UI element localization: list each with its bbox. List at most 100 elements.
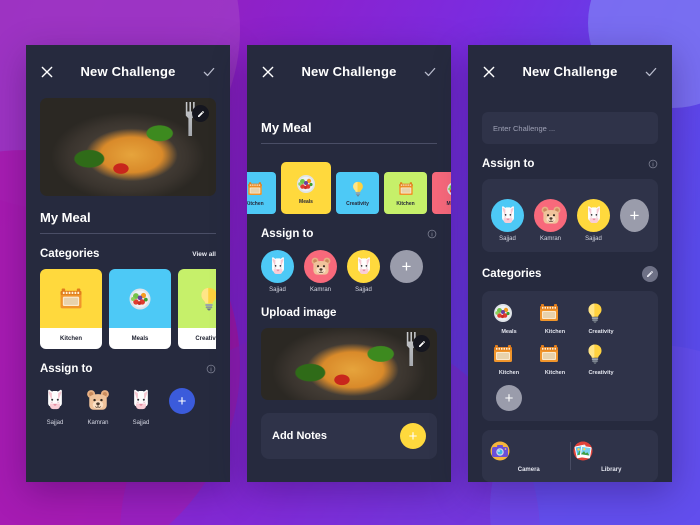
category-chip-label: Meals [299, 198, 313, 205]
category-grid-item[interactable]: Creativity [583, 301, 619, 335]
category-chip-label: Kitchen [396, 200, 415, 207]
category-grid-item[interactable]: Kitchen [491, 342, 527, 376]
add-notes-label: Add Notes [272, 430, 327, 442]
page-title: New Challenge [80, 64, 176, 79]
add-assignee-button[interactable]: + [620, 199, 649, 232]
check-icon[interactable] [423, 65, 437, 79]
category-grid-label: Creativity [588, 370, 614, 376]
category-chip-label: Creativity [346, 200, 369, 207]
check-icon[interactable] [644, 65, 658, 79]
category-grid-label: Meals [501, 329, 517, 335]
meal-title: My Meal [40, 210, 91, 225]
category-grid-item[interactable]: Kitchen [537, 301, 573, 335]
close-icon[interactable] [482, 65, 496, 79]
category-chip-label: Kitchen [247, 200, 264, 207]
assignee[interactable]: Kamran [83, 386, 113, 426]
assign-header: Assign to [261, 228, 437, 240]
source-option-camera[interactable]: Camera [488, 439, 570, 473]
check-icon[interactable] [202, 65, 216, 79]
add-category-cell[interactable]: + [491, 383, 527, 411]
llama-avatar [40, 386, 70, 416]
category-grid-label: Kitchen [544, 370, 566, 376]
assignee[interactable]: Sajjad [577, 199, 610, 242]
category-chip-label: Meals [446, 200, 451, 207]
categories-heading: Categories [40, 248, 100, 260]
pencil-icon[interactable] [192, 105, 209, 122]
assignee-list: Sajjad Kamran Sajjad + [491, 199, 649, 242]
source-option-library[interactable]: Library [571, 439, 653, 473]
category-grid-label: Kitchen [544, 329, 566, 335]
llama-avatar [347, 250, 380, 283]
category-card-label: Meals [109, 328, 171, 349]
challenge-input[interactable]: Enter Challenge ... [482, 112, 658, 144]
assignee[interactable]: Sajjad [347, 250, 380, 293]
upload-header: Upload image [261, 307, 437, 319]
llama-avatar [126, 386, 156, 416]
assignee-list: Sajjad Kamran Sajjad + [40, 386, 216, 426]
appbar: New Challenge [468, 45, 672, 98]
assignee-panel: Sajjad Kamran Sajjad + [482, 179, 658, 252]
category-chip[interactable]: Kitchen [384, 172, 427, 214]
bulb-icon [349, 180, 367, 198]
info-icon[interactable] [427, 229, 437, 239]
assignee[interactable]: Sajjad [491, 199, 524, 242]
assign-heading: Assign to [261, 228, 314, 240]
pencil-icon[interactable] [642, 266, 658, 282]
category-grid: Meals Kitchen Creativity Kitchen Kitchen Crea… [491, 301, 649, 411]
pencil-icon[interactable] [413, 335, 430, 352]
category-chip-selected[interactable]: Meals [281, 162, 331, 214]
view-all-link[interactable]: View all [192, 251, 216, 258]
category-grid-item[interactable]: Creativity [583, 342, 619, 376]
stove-icon [397, 180, 415, 198]
category-chip-strip: Kitchen Meals Creativity Kitchen Meals [247, 162, 451, 214]
add-category-button[interactable]: + [496, 385, 522, 411]
category-chip[interactable]: Kitchen [247, 172, 276, 214]
stove-icon [247, 180, 264, 198]
category-chip[interactable]: Meals [432, 172, 451, 214]
stove-icon [537, 301, 573, 325]
category-card[interactable]: Kitchen [40, 269, 102, 349]
category-chip[interactable]: Creativity [336, 172, 379, 214]
category-card[interactable]: Creativity [178, 269, 216, 349]
llama-avatar [577, 199, 610, 232]
close-icon[interactable] [261, 65, 275, 79]
assignee[interactable]: Sajjad [261, 250, 294, 293]
page-title: New Challenge [301, 64, 397, 79]
llama-avatar [261, 250, 294, 283]
category-card-label: Kitchen [40, 328, 102, 349]
appbar: New Challenge [247, 45, 451, 98]
assignee-name: Sajjad [269, 287, 286, 293]
camera-icon [488, 439, 570, 463]
bear-avatar [83, 386, 113, 416]
category-grid-label: Kitchen [498, 370, 520, 376]
info-icon[interactable] [206, 364, 216, 374]
assignee[interactable]: Kamran [534, 199, 567, 242]
screen-body: My Meal [247, 120, 451, 144]
meal-photo[interactable] [40, 98, 216, 196]
categories-header: Categories [482, 266, 658, 282]
assignee[interactable]: Kamran [304, 250, 337, 293]
uploaded-photo[interactable] [261, 328, 437, 400]
salad-icon [445, 180, 451, 198]
add-notes-row[interactable]: Add Notes + [261, 413, 437, 459]
source-panel: Camera Library [482, 430, 658, 482]
salad-icon [491, 301, 527, 325]
info-icon[interactable] [648, 159, 658, 169]
assign-heading: Assign to [40, 363, 93, 375]
close-icon[interactable] [40, 65, 54, 79]
stove-icon [40, 269, 102, 328]
stove-icon [491, 342, 527, 366]
add-notes-button[interactable]: + [400, 423, 426, 449]
category-card-list: Kitchen Meals Creativity [40, 269, 216, 349]
add-assignee-button[interactable]: + [169, 388, 195, 414]
category-grid-item[interactable]: Kitchen [537, 342, 573, 376]
salad-icon [294, 172, 318, 196]
add-assignee-button[interactable]: + [390, 250, 423, 283]
screen-body: Enter Challenge ... Assign to Sajjad Kamr… [468, 112, 672, 482]
assignee[interactable]: Sajjad [126, 386, 156, 426]
category-grid-item[interactable]: Meals [491, 301, 527, 335]
category-card[interactable]: Meals [109, 269, 171, 349]
screen-compose: New Challenge My Meal Kitchen Meals Creati… [247, 45, 451, 482]
assignee[interactable]: Sajjad [40, 386, 70, 426]
title-underline [261, 143, 437, 144]
